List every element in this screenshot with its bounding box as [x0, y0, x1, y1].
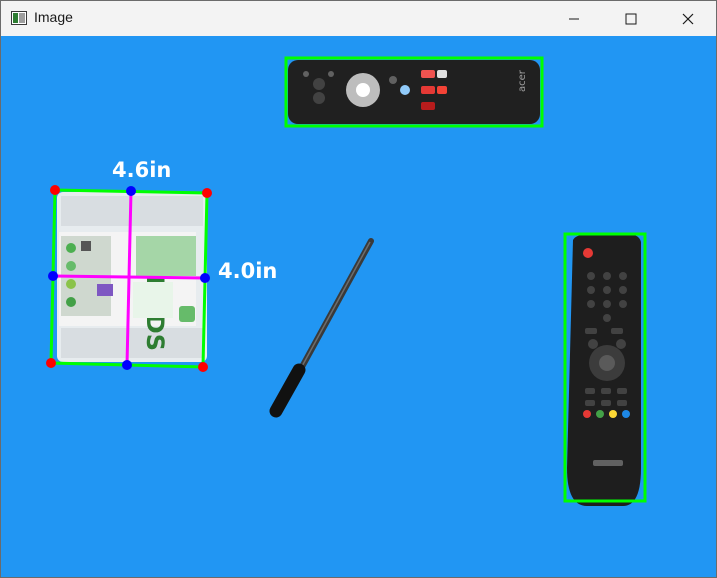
close-button[interactable]: [659, 1, 717, 36]
image-window: Image acer 4.6in 4.0in: [0, 0, 717, 578]
set-top-box-remote: [567, 234, 641, 506]
minimize-button[interactable]: [545, 1, 603, 36]
title-bar[interactable]: Image: [1, 1, 716, 36]
image-viewer-app-icon: [11, 10, 27, 25]
midpoint: [126, 186, 136, 196]
minimize-icon: [569, 18, 579, 19]
midpoint: [200, 273, 210, 283]
image-canvas: BUDS acer: [1, 36, 716, 577]
corner-point: [46, 358, 56, 368]
svg-text:acer: acer: [517, 69, 528, 92]
midpoint: [122, 360, 132, 370]
scene-svg: BUDS acer: [46, 56, 647, 506]
midpoint: [48, 271, 58, 281]
tv-remote-horizontal: acer: [288, 60, 540, 124]
window-title: Image: [34, 9, 73, 25]
close-icon: [682, 13, 694, 24]
stylus-pen: [269, 238, 374, 418]
maximize-button[interactable]: [602, 1, 660, 36]
corner-point: [50, 185, 60, 195]
height-measurement-label: 4.0in: [218, 259, 278, 283]
maximize-icon: [625, 13, 637, 24]
corner-point: [198, 362, 208, 372]
corner-point: [202, 188, 212, 198]
width-measurement-label: 4.6in: [112, 158, 172, 182]
